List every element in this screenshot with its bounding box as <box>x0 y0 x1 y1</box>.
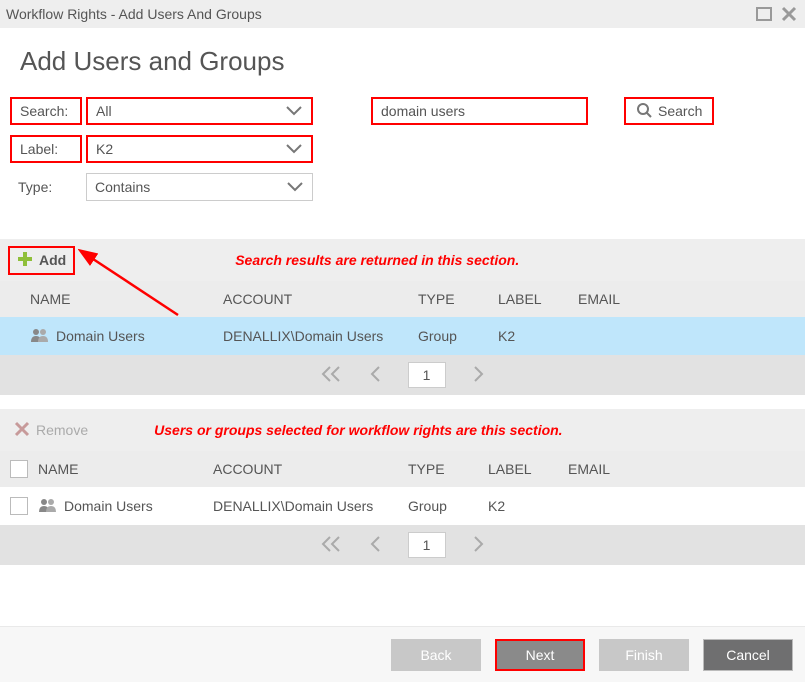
results-annotation: Search results are returned in this sect… <box>235 252 519 268</box>
type-label: Type: <box>10 173 82 201</box>
chevron-down-icon <box>285 141 303 157</box>
group-icon <box>30 327 50 346</box>
selected-column-headers: NAME ACCOUNT TYPE LABEL EMAIL <box>0 451 805 487</box>
col-label: LABEL <box>498 291 578 307</box>
selected-row[interactable]: Domain Users DENALLIX\Domain Users Group… <box>0 487 805 525</box>
results-column-headers: NAME ACCOUNT TYPE LABEL EMAIL <box>0 281 805 317</box>
col-email: EMAIL <box>568 461 805 477</box>
search-input[interactable] <box>371 97 588 125</box>
plus-icon <box>17 251 33 270</box>
page-prev-icon[interactable] <box>368 365 382 386</box>
cell-name: Domain Users <box>64 498 153 514</box>
search-icon <box>636 102 652 121</box>
type-value: Contains <box>95 179 150 195</box>
cell-label: K2 <box>498 328 578 344</box>
col-label: LABEL <box>488 461 568 477</box>
search-scope-select[interactable]: All <box>86 97 313 125</box>
page-number[interactable]: 1 <box>408 532 446 558</box>
cell-type: Group <box>408 498 488 514</box>
add-button-label: Add <box>39 252 66 268</box>
add-button[interactable]: Add <box>8 246 75 275</box>
page-heading: Add Users and Groups <box>20 46 805 77</box>
row-checkbox[interactable] <box>10 497 28 515</box>
selected-annotation: Users or groups selected for workflow ri… <box>154 422 562 438</box>
col-email: EMAIL <box>578 291 805 307</box>
chevron-down-icon <box>285 103 303 119</box>
col-name: NAME <box>38 461 213 477</box>
page-first-icon[interactable] <box>320 365 342 386</box>
search-button[interactable]: Search <box>624 97 714 125</box>
wizard-footer: Back Next Finish Cancel <box>0 626 805 682</box>
window-title: Workflow Rights - Add Users And Groups <box>6 6 262 22</box>
close-icon[interactable] <box>779 4 799 24</box>
finish-button[interactable]: Finish <box>599 639 689 671</box>
col-account: ACCOUNT <box>213 461 408 477</box>
col-name: NAME <box>30 291 223 307</box>
results-row[interactable]: Domain Users DENALLIX\Domain Users Group… <box>0 317 805 355</box>
cell-account: DENALLIX\Domain Users <box>213 498 408 514</box>
selected-toolbar: Remove Users or groups selected for work… <box>0 409 805 451</box>
col-type: TYPE <box>418 291 498 307</box>
page-next-icon[interactable] <box>472 365 486 386</box>
cancel-button[interactable]: Cancel <box>703 639 793 671</box>
results-pagination: 1 <box>0 355 805 395</box>
maximize-icon[interactable] <box>755 5 773 23</box>
title-bar: Workflow Rights - Add Users And Groups <box>0 0 805 28</box>
back-button[interactable]: Back <box>391 639 481 671</box>
search-button-label: Search <box>658 103 702 119</box>
col-type: TYPE <box>408 461 488 477</box>
col-account: ACCOUNT <box>223 291 418 307</box>
selected-pagination: 1 <box>0 525 805 565</box>
page-first-icon[interactable] <box>320 535 342 556</box>
cell-type: Group <box>418 328 498 344</box>
cell-name: Domain Users <box>56 328 145 344</box>
results-toolbar: Add Search results are returned in this … <box>0 239 805 281</box>
search-scope-value: All <box>96 103 112 119</box>
label-value: K2 <box>96 141 113 157</box>
cell-label: K2 <box>488 498 568 514</box>
x-icon <box>14 421 30 440</box>
next-button[interactable]: Next <box>495 639 585 671</box>
remove-button-label: Remove <box>36 422 88 438</box>
search-label: Search: <box>10 97 82 125</box>
search-form: Search: All Search Label: K2 Type: <box>0 97 805 219</box>
page-prev-icon[interactable] <box>368 535 382 556</box>
chevron-down-icon <box>286 179 304 195</box>
group-icon <box>38 497 58 516</box>
select-all-checkbox[interactable] <box>10 460 28 478</box>
cell-account: DENALLIX\Domain Users <box>223 328 418 344</box>
page-number[interactable]: 1 <box>408 362 446 388</box>
label-select[interactable]: K2 <box>86 135 313 163</box>
type-select[interactable]: Contains <box>86 173 313 201</box>
page-next-icon[interactable] <box>472 535 486 556</box>
label-label: Label: <box>10 135 82 163</box>
remove-button[interactable]: Remove <box>8 418 94 443</box>
